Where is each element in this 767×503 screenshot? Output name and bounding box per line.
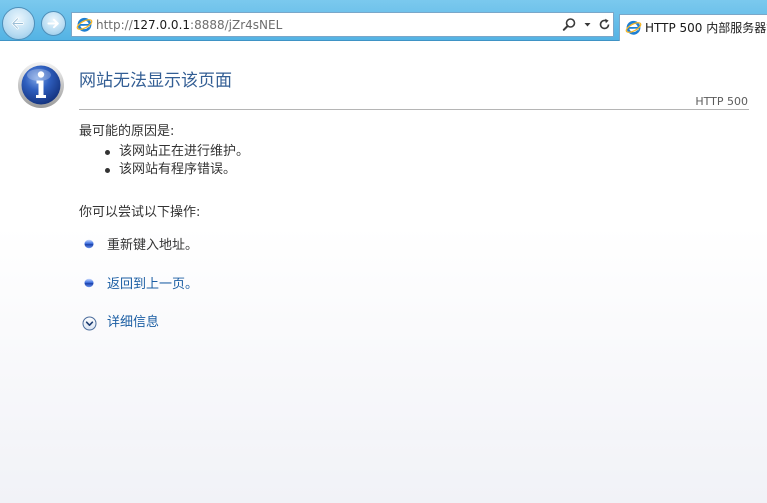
refresh-icon <box>599 18 610 30</box>
cause-text: 该网站正在进行维护。 <box>119 144 250 159</box>
ie-logo-icon <box>76 17 93 32</box>
title-divider <box>79 109 749 110</box>
go-back-link[interactable]: 返回到上一页。 <box>107 276 198 294</box>
address-bar[interactable]: http://127.0.0.1:8888/jZr4sNEL <box>71 12 614 37</box>
address-url[interactable]: http://127.0.0.1:8888/jZr4sNEL <box>96 17 282 33</box>
list-item: 该网站有程序错误。 <box>105 161 249 179</box>
causes-list: 该网站正在进行维护。 该网站有程序错误。 <box>105 143 249 178</box>
actions-heading: 你可以尝试以下操作: <box>79 205 201 220</box>
chevron-down-icon <box>584 23 591 27</box>
list-item: 该网站正在进行维护。 <box>105 143 249 161</box>
forward-arrow-icon <box>47 18 59 29</box>
page-title: 网站无法显示该页面 <box>79 71 232 91</box>
address-path: :8888/jZr4sNEL <box>190 18 283 32</box>
causes-heading: 最可能的原因是: <box>79 124 175 139</box>
blue-bullet-icon <box>84 278 94 288</box>
back-button[interactable] <box>2 7 35 40</box>
expand-chevron-icon[interactable] <box>82 316 97 331</box>
refresh-button[interactable] <box>596 16 613 33</box>
tab-title: HTTP 500 内部服务器错误 <box>645 21 767 35</box>
blue-bullet-icon <box>84 239 94 249</box>
address-dropdown-button[interactable] <box>579 16 596 33</box>
forward-button[interactable] <box>41 11 66 36</box>
action-text: 重新键入地址。 <box>107 238 199 253</box>
search-button[interactable] <box>561 16 578 33</box>
bullet-icon <box>105 150 110 155</box>
address-scheme: http:// <box>96 18 133 32</box>
browser-toolbar: http://127.0.0.1:8888/jZr4sNEL HTTP 500 … <box>0 0 767 41</box>
cause-text: 该网站有程序错误。 <box>119 161 237 177</box>
more-info-link[interactable]: 详细信息 <box>107 314 159 332</box>
http-status-code: HTTP 500 <box>695 95 748 108</box>
ie-logo-icon <box>625 20 642 35</box>
tab-http-500[interactable]: HTTP 500 内部服务器错误 <box>619 14 767 41</box>
address-host: 127.0.0.1 <box>132 18 191 32</box>
search-icon <box>562 18 576 31</box>
info-icon <box>18 62 64 108</box>
bullet-icon <box>105 167 110 173</box>
back-arrow-icon <box>11 17 24 30</box>
